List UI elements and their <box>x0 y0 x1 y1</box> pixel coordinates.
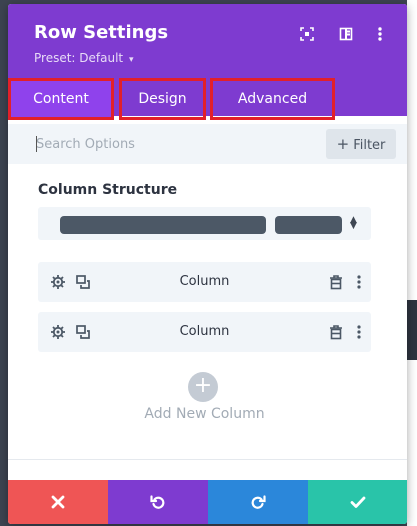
column-structure-select[interactable]: ▲ ▼ <box>38 207 371 240</box>
filter-label: Filter <box>353 138 386 153</box>
preset-selector[interactable]: Preset: Default ▾ <box>34 51 133 65</box>
close-icon <box>51 491 65 512</box>
check-icon <box>350 491 366 512</box>
column-label: Column <box>179 324 230 339</box>
column-item[interactable]: Column <box>38 312 371 352</box>
row-settings-modal: Row Settings Preset: Default ▾ Content D… <box>8 4 407 524</box>
text-cursor <box>36 136 37 152</box>
more-options-icon[interactable] <box>351 324 367 340</box>
add-column-button[interactable]: + <box>188 372 218 402</box>
redo-icon <box>250 491 266 512</box>
undo-icon <box>150 491 166 512</box>
page-background <box>407 0 417 526</box>
column-layout-bar <box>275 216 342 234</box>
trash-icon[interactable] <box>328 324 344 340</box>
modal-footer <box>8 480 407 524</box>
sidebar-toggle-icon[interactable] <box>338 26 354 42</box>
fullscreen-icon[interactable] <box>299 26 315 42</box>
column-layout-bar <box>60 216 266 234</box>
more-options-icon[interactable] <box>372 26 388 42</box>
modal-title: Row Settings <box>34 22 169 43</box>
tab-bar: Content Design Advanced <box>8 78 407 120</box>
add-column-label[interactable]: Add New Column <box>8 406 401 422</box>
background-shape <box>407 300 417 360</box>
column-structure-title: Column Structure <box>38 182 178 198</box>
preset-label: Preset: Default <box>34 51 124 65</box>
preset-caret-icon: ▾ <box>128 55 134 65</box>
search-input[interactable] <box>36 132 296 156</box>
save-button[interactable] <box>308 480 407 524</box>
more-options-icon[interactable] <box>351 274 367 290</box>
plus-icon: + <box>336 135 350 153</box>
tab-design[interactable]: Design <box>119 78 206 120</box>
column-label: Column <box>179 274 230 289</box>
divider <box>8 459 407 460</box>
tab-content[interactable]: Content <box>8 78 114 120</box>
select-arrows-icon: ▲ ▼ <box>350 215 357 231</box>
filter-button[interactable]: + Filter <box>326 129 396 159</box>
undo-button[interactable] <box>108 480 208 524</box>
tab-advanced[interactable]: Advanced <box>210 78 335 120</box>
discard-button[interactable] <box>8 480 108 524</box>
column-item[interactable]: Column <box>38 262 371 302</box>
search-bar: +Filter <box>8 124 407 164</box>
redo-button[interactable] <box>208 480 308 524</box>
trash-icon[interactable] <box>328 274 344 290</box>
